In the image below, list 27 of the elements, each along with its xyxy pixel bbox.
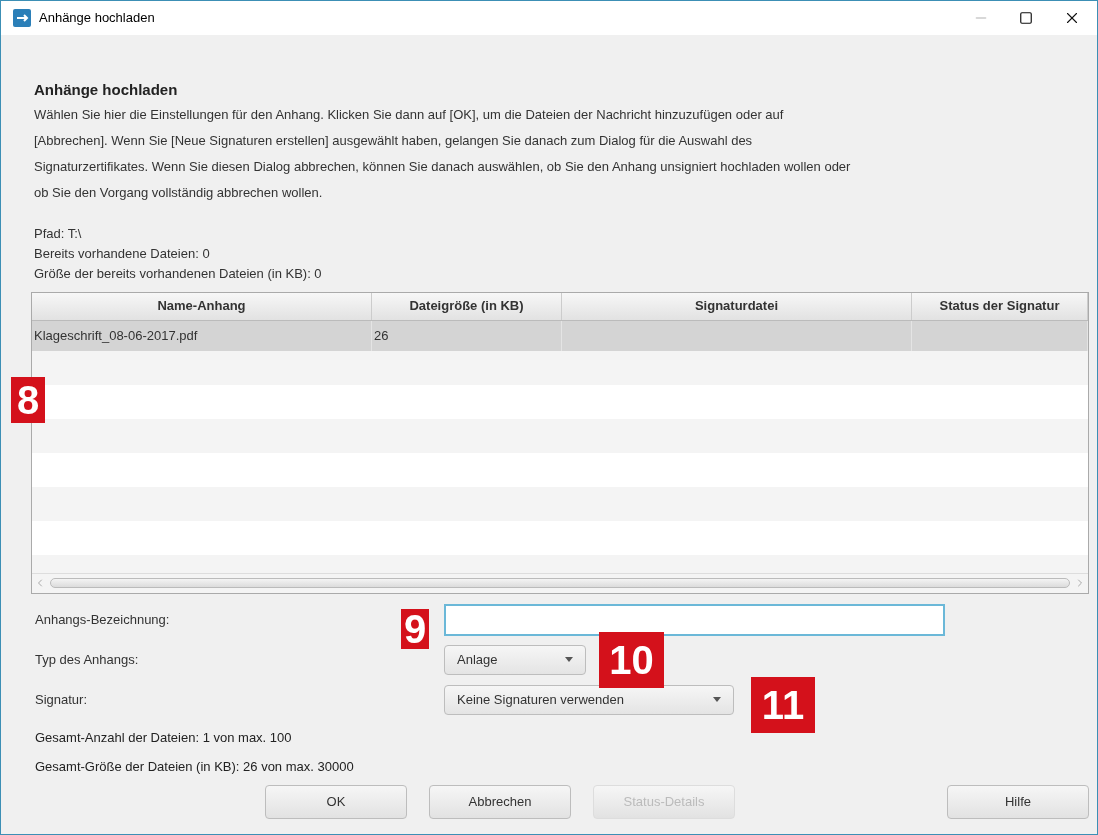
dialog-button[interactable]: Abbrechen (429, 784, 571, 819)
field-label: Anhangs-Bezeichnung: (35, 610, 170, 629)
field-label: Signatur: (35, 690, 88, 709)
totals-text: Gesamt-Größe der Dateien (in KB): 26 von max. 30000 (35, 757, 354, 776)
window-title: Anhänge hochladen (39, 9, 155, 28)
table-cell-text: Klageschrift_08-06-2017.pdf (34, 326, 198, 345)
column-header[interactable]: Name-Anhang (32, 292, 372, 320)
table-row[interactable]: Klageschrift_08-06-2017.pdf 26 (32, 320, 1088, 351)
dropdown[interactable]: Keine Signaturen verwenden (444, 684, 734, 715)
dialog-heading: Anhänge hochladen (34, 80, 178, 100)
info-text: Größe der bereits vorhandenen Dateien (in KB): 0 (34, 264, 322, 283)
callout-badge: 9 (401, 609, 429, 649)
column-header[interactable]: Dateigröße (in KB) (372, 292, 562, 320)
dialog-button[interactable]: OK (265, 784, 407, 819)
totals-text: Gesamt-Anzahl der Dateien: 1 von max. 100 (35, 728, 292, 747)
callout-badge: 8 (11, 377, 45, 423)
column-header[interactable]: Status der Signatur (912, 292, 1088, 320)
info-text: Pfad: T:\ (34, 224, 82, 243)
dialog-button[interactable]: Hilfe (947, 784, 1089, 819)
table-cell-text: 26 (374, 326, 389, 345)
info-text: Bereits vorhandene Dateien: 0 (34, 244, 210, 263)
column-header[interactable]: Signaturdatei (562, 292, 912, 320)
callout-badge: 10 (599, 632, 664, 688)
dropdown[interactable]: Anlage (444, 644, 586, 675)
description-text: Wählen Sie hier die Einstellungen für den Anhang. Klicken Sie dann auf [OK], um die Dateien der Nachricht hinzuzufügen oder auf [Abbrechen]. Wenn Sie [Neue Signaturen erstellen] ausgewählt haben, gelangen Sie danach zum Dialog für die Auswahl des Signaturzertifikates. Wenn Sie diesen Dialog abbrechen, können Sie danach auswählen, ob Sie den Anhang unsigniert hochladen wollen oder ob Sie den Vorgang vollständig abbrechen wollen. (34, 105, 852, 202)
field-label: Typ des Anhangs: (35, 650, 139, 669)
callout-badge: 11 (751, 677, 815, 733)
